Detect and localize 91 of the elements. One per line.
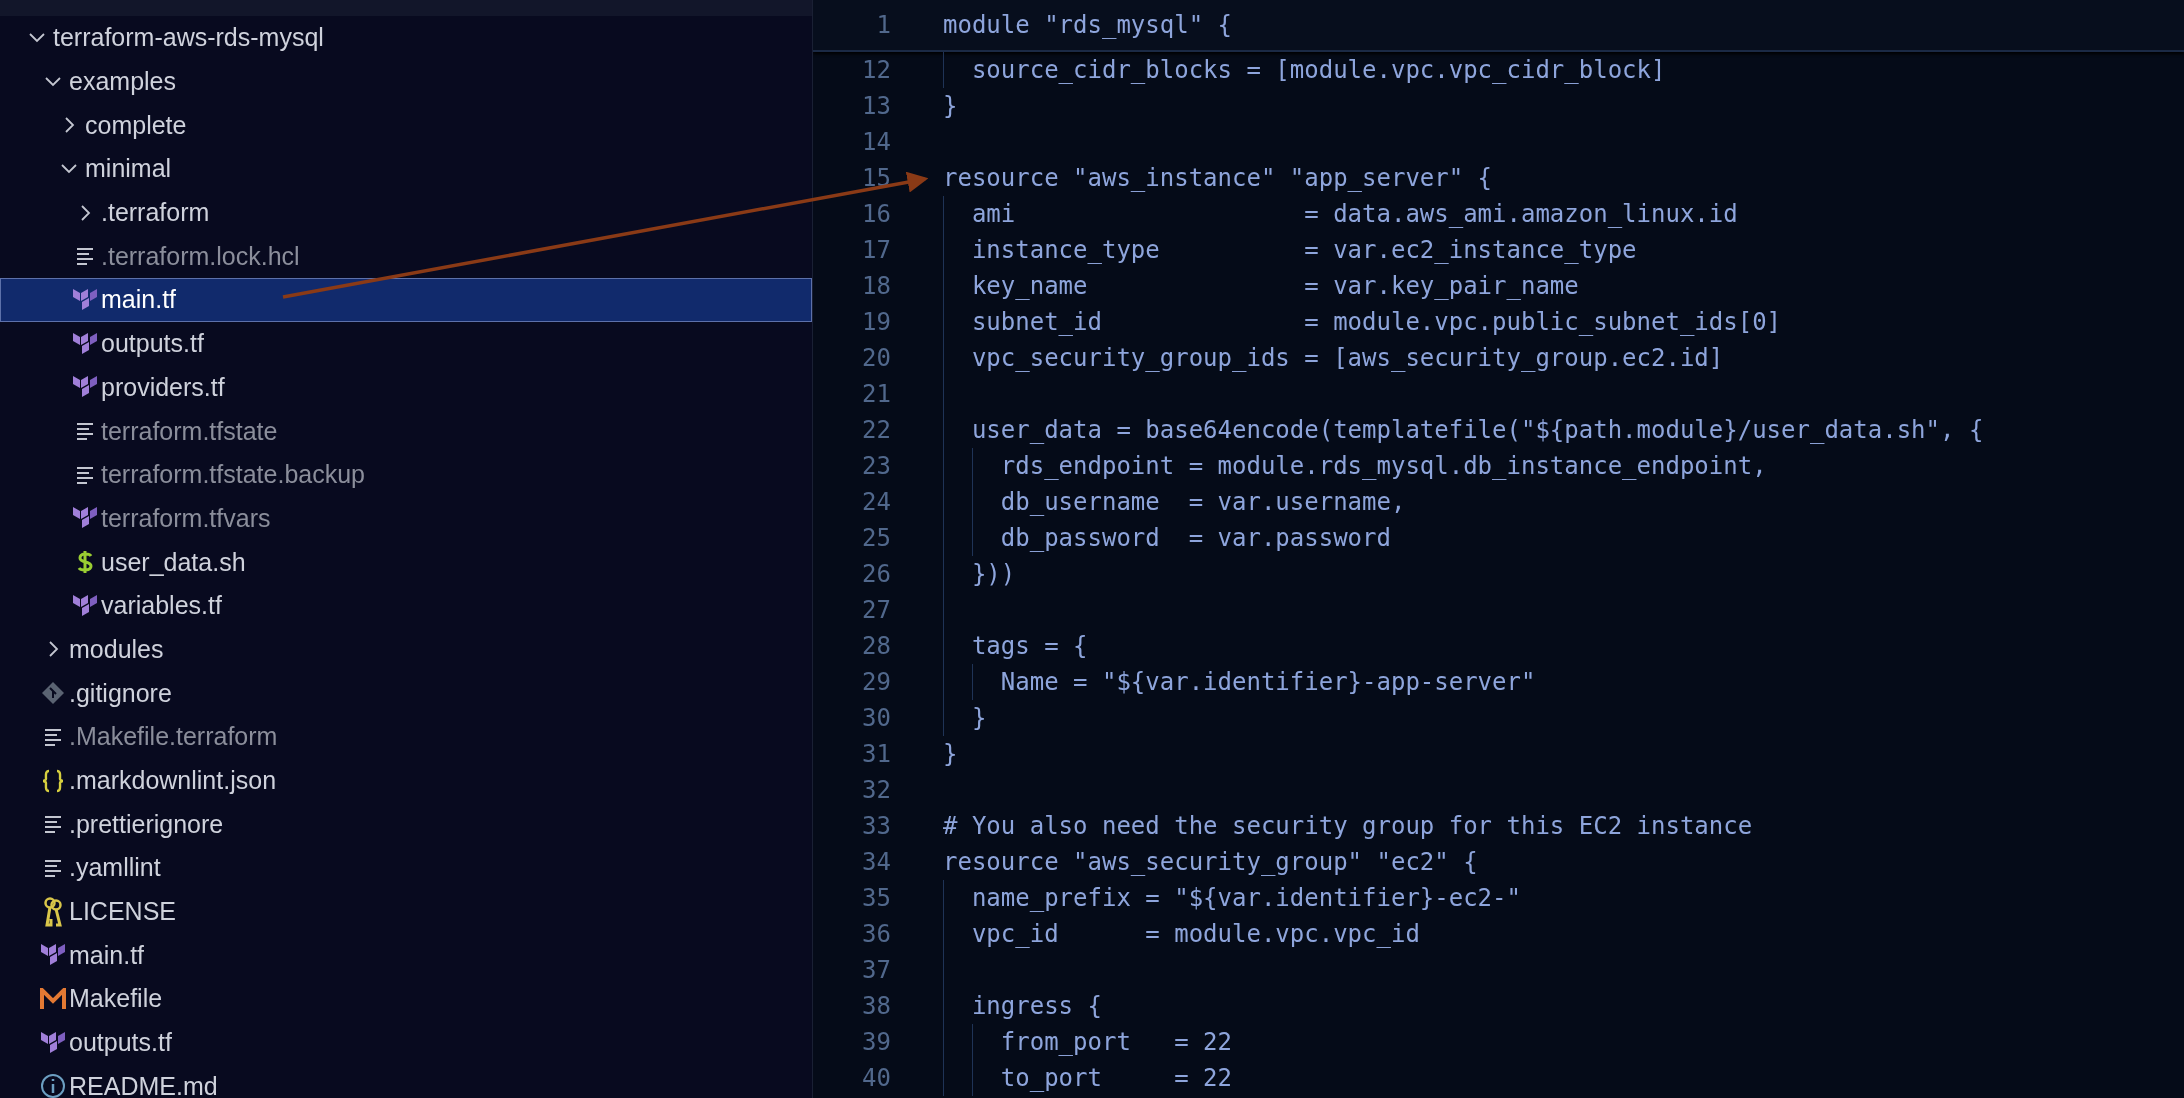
text-lines-icon	[75, 246, 95, 267]
code-line: user_data = base64encode(templatefile("${path.module}/user_data.sh", {	[943, 412, 1984, 448]
file-item[interactable]: .gitignore	[0, 671, 812, 715]
line-number: 29	[861, 668, 892, 696]
line-number: 19	[861, 308, 892, 336]
m-letter-icon	[40, 987, 66, 1010]
code-line: }	[943, 700, 987, 736]
file-item[interactable]: outputs.tf	[0, 1020, 812, 1065]
code-line: vpc_security_group_ids = [aws_security_group.ec2.id]	[943, 340, 1724, 376]
code-line: ami = data.aws_ami.amazon_linux.id	[943, 196, 1738, 232]
file-item[interactable]: main.tf	[0, 933, 812, 978]
line-number: 13	[861, 92, 892, 120]
line-number: 15	[861, 164, 892, 192]
file-item[interactable]: terraform.tfstate.backup	[0, 452, 812, 497]
code-line: vpc_id = module.vpc.vpc_id	[943, 916, 1420, 952]
line-number: 38	[861, 992, 892, 1020]
code-line: db_username = var.username,	[943, 484, 1406, 520]
text-lines-icon	[75, 421, 95, 442]
line-number: 34	[861, 848, 892, 876]
file-item[interactable]: .Makefile.terraform	[0, 715, 812, 759]
line-number: 14	[861, 128, 892, 156]
line-number: 30	[861, 704, 892, 732]
keys-icon	[42, 896, 64, 927]
code-line: resource "aws_instance" "app_server" {	[943, 163, 1493, 194]
folder-item[interactable]: modules	[0, 627, 812, 672]
text-lines-icon	[75, 464, 95, 485]
file-item[interactable]: .terraform.lock.hcl	[0, 234, 812, 279]
code-line: subnet_id = module.vpc.public_subnet_ids[0]	[943, 304, 1782, 340]
line-number: 39	[861, 1028, 892, 1056]
line-number: 35	[861, 884, 892, 912]
line-number: 23	[861, 452, 892, 480]
file-item[interactable]: terraform.tfvars	[0, 496, 812, 541]
line-number: 22	[861, 416, 892, 444]
line-number: 18	[861, 272, 892, 300]
code-line: Name = "${var.identifier}-app-server"	[943, 664, 1536, 700]
folder-item[interactable]: complete	[0, 103, 812, 148]
code-line: }	[943, 739, 958, 770]
line-number: 16	[861, 200, 892, 228]
code-line: tags = {	[943, 628, 1088, 664]
code-line: }	[943, 91, 958, 122]
folder-item[interactable]: .terraform	[0, 190, 812, 235]
file-item[interactable]: LICENSE	[0, 889, 812, 934]
code-line: key_name = var.key_pair_name	[943, 268, 1579, 304]
line-number: 20	[861, 344, 892, 372]
code-comment: # You also need the security group for this EC2 instance	[943, 811, 1753, 842]
braces-icon	[40, 767, 66, 794]
code-line: source_cidr_blocks = [module.vpc.vpc_cidr_block]	[943, 52, 1666, 88]
file-item[interactable]: .markdownlint.json	[0, 758, 812, 803]
line-number: 40	[861, 1064, 892, 1092]
line-number: 36	[861, 920, 892, 948]
line-number: 27	[861, 596, 892, 624]
line-number: 24	[861, 488, 892, 516]
file-item[interactable]: variables.tf	[0, 583, 812, 628]
file-item[interactable]: outputs.tf	[0, 321, 812, 366]
text-lines-icon	[43, 814, 63, 835]
line-number: 17	[861, 236, 892, 264]
code-line: to_port = 22	[943, 1060, 1232, 1096]
code-line: ingress {	[943, 988, 1102, 1024]
file-item[interactable]: terraform.tfstate	[0, 409, 812, 453]
file-item[interactable]: README.md	[0, 1064, 812, 1098]
code-line: instance_type = var.ec2_instance_type	[943, 232, 1637, 268]
code-line: db_password = var.password	[943, 520, 1391, 556]
info-icon	[40, 1073, 66, 1098]
file-item[interactable]: .prettierignore	[0, 802, 812, 847]
line-number: 1	[875, 11, 892, 39]
file-item[interactable]: user_data.sh	[0, 540, 812, 584]
code-line: resource "aws_security_group" "ec2" {	[943, 847, 1478, 878]
line-number: 12	[861, 56, 892, 84]
code-line: name_prefix = "${var.identifier}-ec2-"	[943, 880, 1521, 916]
line-number: 26	[861, 560, 892, 588]
line-number: 32	[861, 776, 892, 804]
line-number: 31	[861, 740, 892, 768]
folder-item[interactable]: terraform-aws-rds-mysql	[0, 16, 812, 60]
line-number: 25	[861, 524, 892, 552]
file-item[interactable]: main.tf	[0, 278, 812, 322]
line-number: 37	[861, 956, 892, 984]
file-item[interactable]: Makefile	[0, 977, 812, 1021]
code-line: module "rds_mysql" {	[943, 10, 1232, 41]
folder-item[interactable]: minimal	[0, 147, 812, 191]
text-lines-icon	[43, 857, 63, 878]
git-icon	[41, 681, 65, 706]
line-number: 33	[861, 812, 892, 840]
text-lines-icon	[43, 726, 63, 747]
file-item[interactable]: .yamllint	[0, 846, 812, 890]
file-item[interactable]: providers.tf	[0, 365, 812, 410]
folder-item[interactable]: examples	[0, 59, 812, 104]
line-number: 28	[861, 632, 892, 660]
code-line: rds_endpoint = module.rds_mysql.db_instance_endpoint,	[943, 448, 1767, 484]
code-line: }))	[943, 556, 1016, 592]
code-line: from_port = 22	[943, 1024, 1232, 1060]
line-number: 21	[861, 380, 892, 408]
